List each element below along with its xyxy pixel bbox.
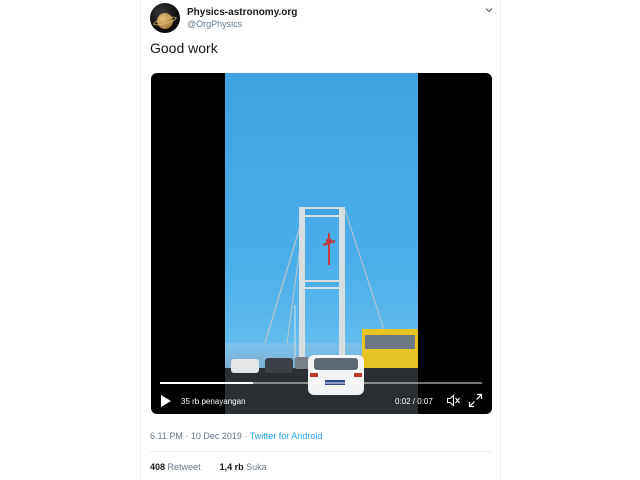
video-progress-bar[interactable] xyxy=(160,382,482,384)
video-time: 0:02 / 0:07 xyxy=(395,397,433,406)
likes-stat[interactable]: 1,4 rb Suka xyxy=(220,462,267,472)
account-name[interactable]: Physics-astronomy.org xyxy=(187,7,297,18)
tweet-time[interactable]: 6.11 PM xyxy=(150,431,183,441)
meta-separator: · xyxy=(244,431,248,441)
column-border-right xyxy=(500,0,501,480)
video-controls: 35 rb penayangan 0:02 / 0:07 xyxy=(151,373,492,414)
meta-separator: · xyxy=(185,431,189,441)
tweet-text: Good work xyxy=(150,40,218,56)
video-progress-fill xyxy=(160,382,254,384)
video-frame[interactable] xyxy=(225,73,418,414)
fullscreen-icon[interactable] xyxy=(468,393,483,408)
play-icon[interactable] xyxy=(160,394,172,408)
retweets-count: 408 xyxy=(150,462,166,472)
tweet-card: Physics-astronomy.org @OrgPhysics Good w… xyxy=(141,0,500,480)
tweet-date[interactable]: 10 Dec 2019 xyxy=(191,431,242,441)
tweet-metadata: 6.11 PM · 10 Dec 2019 · Twitter for Andr… xyxy=(150,431,322,441)
retweets-stat[interactable]: 408 Retweet xyxy=(150,462,201,472)
divider xyxy=(150,451,491,452)
video-player[interactable]: 35 rb penayangan 0:02 / 0:07 xyxy=(151,73,492,414)
view-count: 35 rb penayangan xyxy=(181,397,246,406)
avatar[interactable] xyxy=(150,3,180,33)
tweet-stats: 408 Retweet 1,4 rb Suka xyxy=(150,462,267,472)
chevron-down-icon[interactable] xyxy=(483,4,495,16)
bridge-scene xyxy=(225,207,418,414)
account-handle[interactable]: @OrgPhysics xyxy=(187,19,242,29)
retweets-label: Retweet xyxy=(167,462,201,472)
mute-icon[interactable] xyxy=(446,393,461,408)
likes-count: 1,4 rb xyxy=(219,462,244,472)
likes-label: Suka xyxy=(246,462,267,472)
tweet-source-link[interactable]: Twitter for Android xyxy=(250,431,323,441)
